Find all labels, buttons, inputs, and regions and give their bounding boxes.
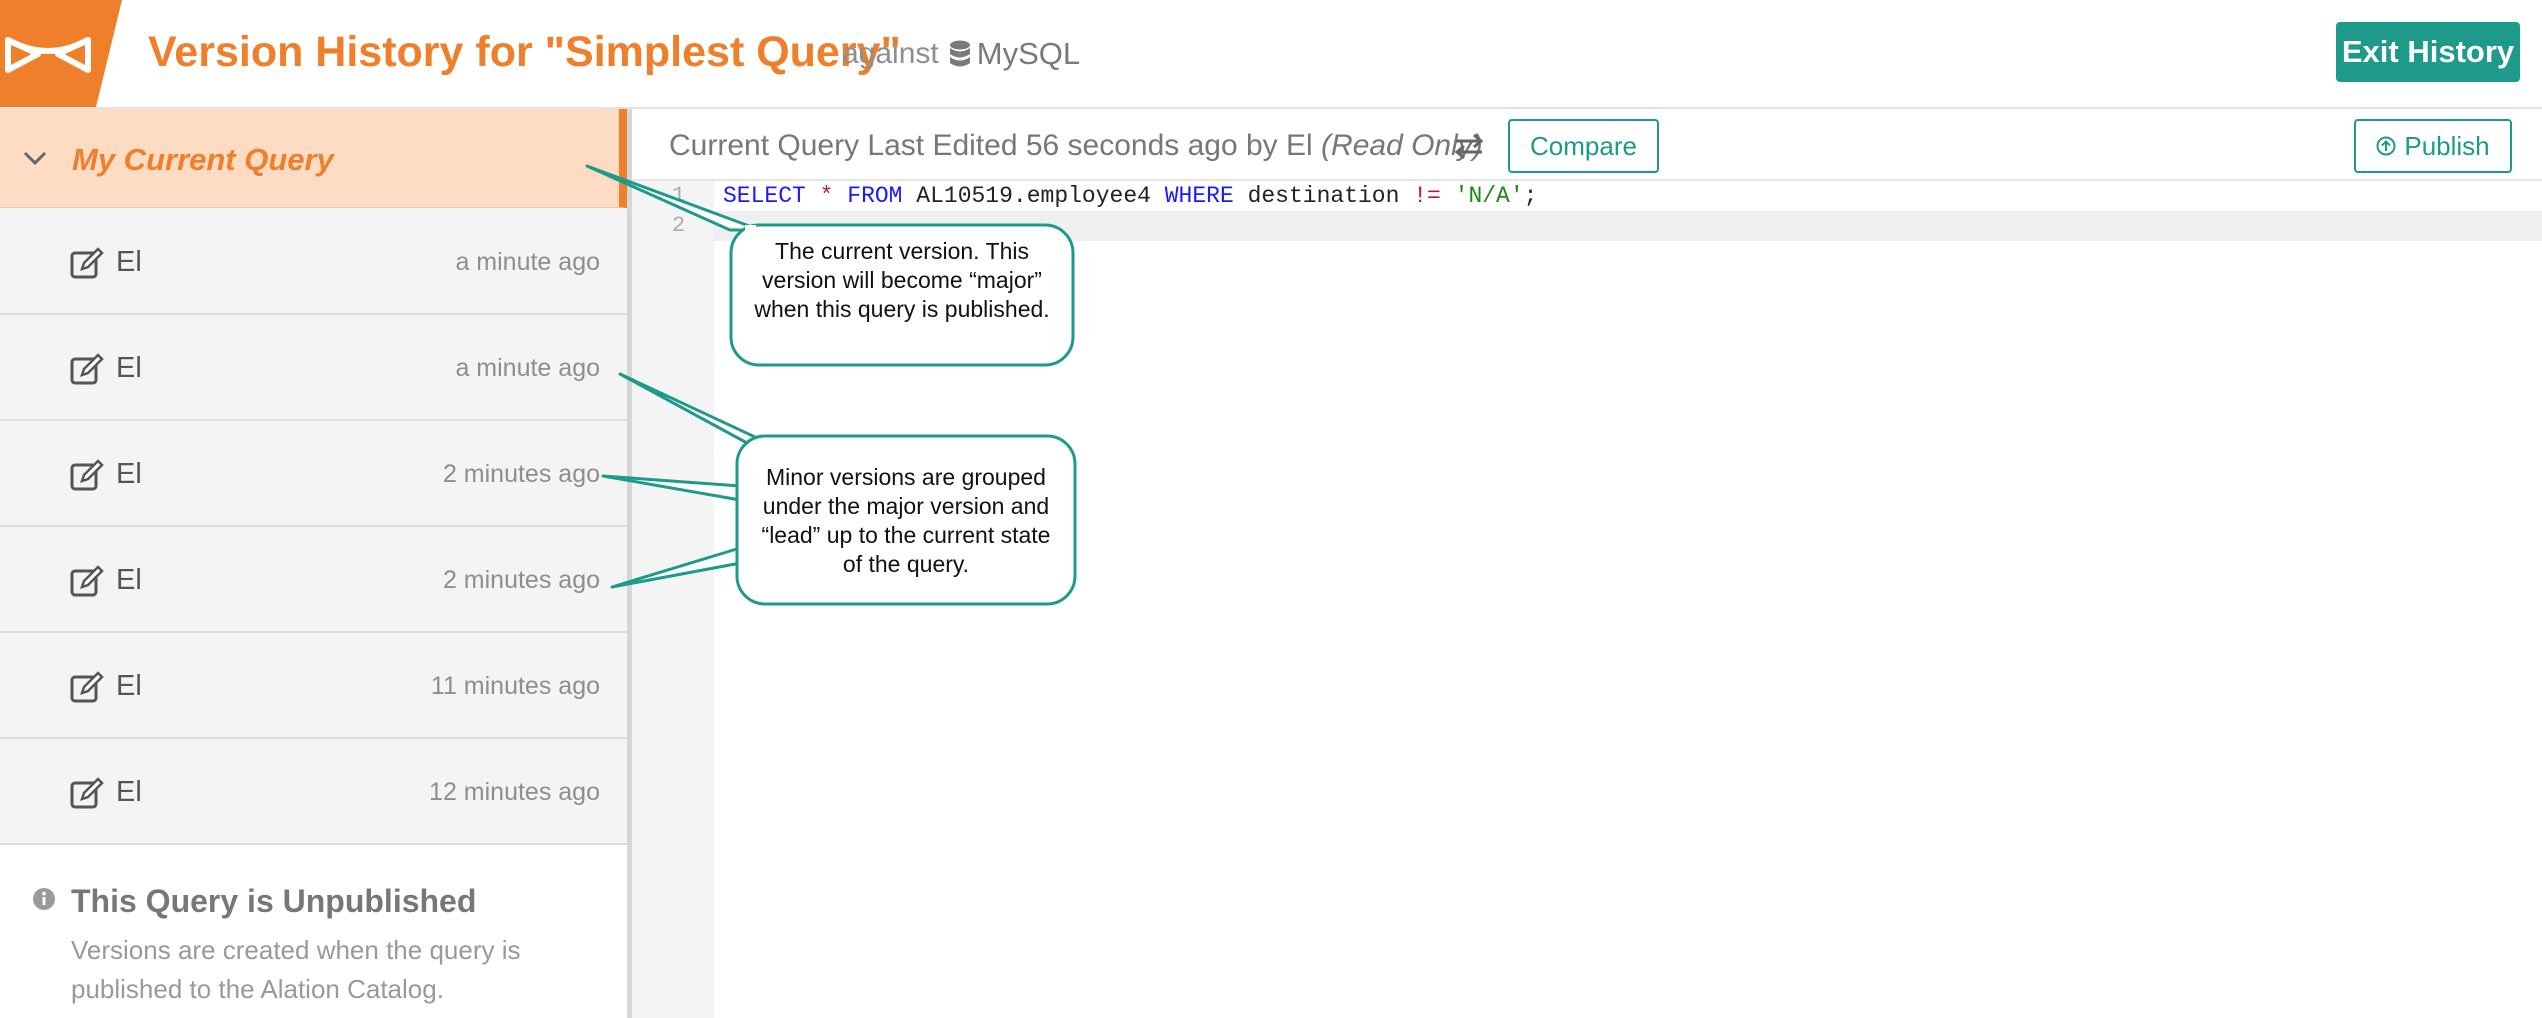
sql-identifier: destination — [1247, 183, 1400, 209]
edit-icon — [70, 459, 104, 491]
version-time: 2 minutes ago — [442, 566, 600, 594]
publish-button[interactable]: Publish — [2354, 119, 2512, 173]
edit-icon — [70, 353, 104, 385]
header: Version History for "Simplest Query" aga… — [0, 0, 2542, 109]
version-item[interactable]: El a minute ago — [0, 315, 627, 421]
arrow-up-circle-icon — [2376, 136, 2396, 156]
current-query-item[interactable]: My Current Query — [0, 109, 627, 208]
edit-icon — [70, 777, 104, 809]
publish-label: Publish — [2404, 130, 2490, 161]
info-icon — [33, 888, 55, 910]
version-time: 12 minutes ago — [429, 778, 600, 806]
version-sidebar: My Current Query El a minute ago El a mi… — [0, 109, 632, 1018]
edit-status-text: Current Query Last Edited 56 seconds ago… — [669, 129, 1313, 162]
sql-keyword: SELECT — [723, 183, 806, 209]
line-number: 1 — [672, 183, 686, 208]
exit-history-button[interactable]: Exit History — [2336, 22, 2520, 82]
edit-status: Current Query Last Edited 56 seconds ago… — [669, 129, 1483, 163]
version-author: El — [116, 564, 142, 596]
datasource-name: MySQL — [976, 36, 1081, 71]
datasource-label: against MySQL — [842, 36, 1080, 72]
version-item[interactable]: El 2 minutes ago — [0, 421, 627, 527]
database-icon — [949, 40, 970, 67]
callout-current-text: The current version. This version will b… — [754, 238, 1050, 322]
unpublished-notice: This Query is Unpublished Versions are c… — [0, 845, 627, 1018]
query-toolbar: Current Query Last Edited 56 seconds ago… — [632, 109, 2542, 181]
version-item[interactable]: El 11 minutes ago — [0, 633, 627, 739]
alation-logo-icon[interactable] — [0, 0, 122, 107]
sql-keyword: WHERE — [1164, 183, 1234, 209]
version-time: 11 minutes ago — [430, 672, 600, 700]
current-query-label: My Current Query — [72, 142, 334, 177]
chevron-down-icon[interactable] — [22, 145, 48, 171]
version-author: El — [116, 352, 142, 384]
version-time: a minute ago — [455, 354, 600, 382]
unpublished-description: Versions are created when the query is p… — [71, 935, 521, 1004]
sql-string: 'N/A' — [1454, 183, 1524, 209]
version-time: a minute ago — [455, 248, 600, 276]
version-author: El — [116, 670, 142, 702]
page-title: Version History for "Simplest Query" — [148, 28, 901, 76]
code-line[interactable]: SELECT * FROM AL10519.employee4 WHERE de… — [723, 183, 1537, 209]
against-text: against — [842, 37, 939, 70]
compare-button[interactable]: Compare — [1508, 119, 1659, 173]
sql-operator: * — [819, 183, 834, 209]
sql-identifier: AL10519.employee4 — [916, 183, 1151, 209]
swap-arrows-icon[interactable] — [1454, 133, 1484, 159]
unpublished-title: This Query is Unpublished — [71, 883, 477, 919]
callout-minor-text: Minor versions are grouped under the maj… — [761, 464, 1051, 577]
version-author: El — [116, 776, 142, 808]
version-author: El — [116, 458, 142, 490]
version-item[interactable]: El a minute ago — [0, 209, 627, 315]
version-item[interactable]: El 12 minutes ago — [0, 739, 627, 845]
sql-operator: != — [1413, 183, 1441, 209]
version-author: El — [116, 246, 142, 278]
sql-keyword: FROM — [847, 183, 903, 209]
version-time: 2 minutes ago — [442, 460, 600, 488]
version-item[interactable]: El 2 minutes ago — [0, 527, 627, 633]
sql-punctuation: ; — [1523, 183, 1538, 209]
edit-icon — [70, 671, 104, 703]
edit-icon — [70, 247, 104, 279]
edit-icon — [70, 565, 104, 597]
line-number: 2 — [672, 213, 686, 238]
line-number-gutter: 1 2 — [632, 181, 714, 1018]
